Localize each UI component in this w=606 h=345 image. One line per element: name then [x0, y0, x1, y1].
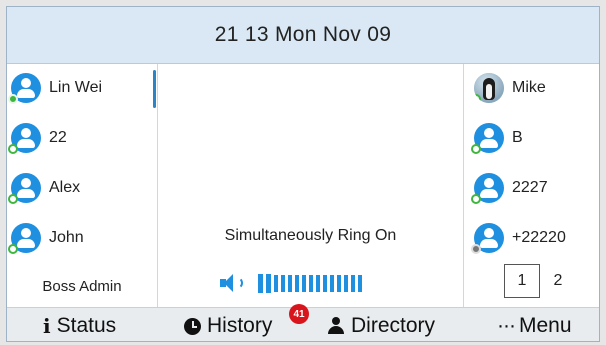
volume-bar [337, 274, 341, 292]
left-line-keys: Lin Wei 22 Alex John Boss Admin [7, 64, 158, 307]
volume-bar [323, 274, 327, 292]
line-key-label: Lin Wei [49, 79, 103, 96]
idle-center-area: Simultaneously Ring On [158, 64, 463, 307]
contact-avatar-icon [8, 173, 41, 204]
missed-calls-badge: 41 [289, 304, 309, 324]
contact-avatar-icon [471, 223, 504, 254]
directory-label: Directory [351, 314, 436, 337]
info-icon: i [43, 314, 51, 338]
line-key-label: 2227 [512, 179, 548, 196]
page-1-button[interactable]: 1 [504, 264, 540, 298]
line-key-label: Mike [512, 79, 546, 96]
contact-avatar-icon [8, 223, 41, 254]
contact-avatar-icon [8, 73, 41, 104]
ring-status-text: Simultaneously Ring On [224, 227, 397, 244]
page-2-button[interactable]: 2 [540, 264, 576, 298]
line-key-22[interactable]: 22 [8, 118, 67, 158]
presence-available-icon [471, 194, 481, 204]
status-bar: 21 13 Mon Nov 09 [7, 7, 599, 64]
presence-online-icon [8, 94, 18, 104]
volume-bar [344, 274, 348, 292]
speaker-icon [220, 272, 248, 294]
volume-bar [309, 274, 313, 292]
presence-available-icon [8, 244, 18, 254]
volume-bar [358, 274, 362, 292]
directory-softkey[interactable]: Directory [327, 308, 436, 341]
contact-avatar-icon [471, 173, 504, 204]
volume-bars [258, 273, 365, 293]
volume-bar [295, 274, 299, 292]
menu-softkey[interactable]: ··· Menu [497, 308, 572, 341]
volume-bar [266, 273, 271, 293]
clock-icon [184, 317, 201, 335]
line-key-mike[interactable]: Mike [474, 68, 546, 108]
volume-bar [288, 274, 292, 292]
line-key-label: John [49, 229, 84, 246]
page-switcher: 1 2 [504, 264, 576, 298]
scroll-indicator [153, 70, 156, 108]
line-key-label: 22 [49, 129, 67, 146]
phone-screen: 21 13 Mon Nov 09 Lin Wei 22 Alex John Bo… [6, 6, 600, 342]
menu-label: Menu [518, 314, 572, 337]
dots-icon: ··· [497, 314, 516, 337]
right-line-keys: Mike B 2227 +22220 1 2 [463, 64, 599, 307]
line-key-label: B [512, 129, 523, 146]
volume-bar [330, 274, 334, 292]
line-key-alex[interactable]: Alex [8, 168, 81, 208]
presence-available-icon [8, 144, 18, 154]
volume-bar [274, 274, 278, 292]
softkey-bar: i Status History 41 Directory ··· Menu [7, 304, 599, 341]
volume-bar [351, 274, 355, 292]
presence-available-icon [8, 194, 18, 204]
history-label: History [207, 314, 273, 337]
line-key-john[interactable]: John [8, 218, 84, 258]
line-key-label: Alex [49, 179, 81, 196]
person-icon [327, 317, 345, 335]
volume-bar [258, 273, 263, 293]
presence-available-icon [471, 144, 481, 154]
line-key-22220[interactable]: +22220 [471, 218, 566, 258]
volume-bar [281, 274, 285, 292]
contact-avatar-icon [471, 123, 504, 154]
line-key-b[interactable]: B [471, 118, 523, 158]
datetime-label: 21 13 Mon Nov 09 [214, 23, 392, 46]
status-softkey[interactable]: i Status [43, 308, 117, 341]
presence-available-icon [474, 94, 481, 103]
penguin-photo-avatar [474, 73, 504, 103]
line-key-2227[interactable]: 2227 [471, 168, 548, 208]
line-key-label: +22220 [512, 229, 566, 246]
line-key-lin-wei[interactable]: Lin Wei [8, 68, 103, 108]
volume-bar [302, 274, 306, 292]
history-softkey[interactable]: History [184, 308, 273, 341]
volume-bar [316, 274, 320, 292]
boss-admin-key[interactable]: Boss Admin [7, 269, 157, 303]
volume-indicator [220, 272, 365, 294]
contact-avatar-icon [8, 123, 41, 154]
presence-offline-icon [471, 244, 481, 254]
status-label: Status [56, 314, 117, 337]
